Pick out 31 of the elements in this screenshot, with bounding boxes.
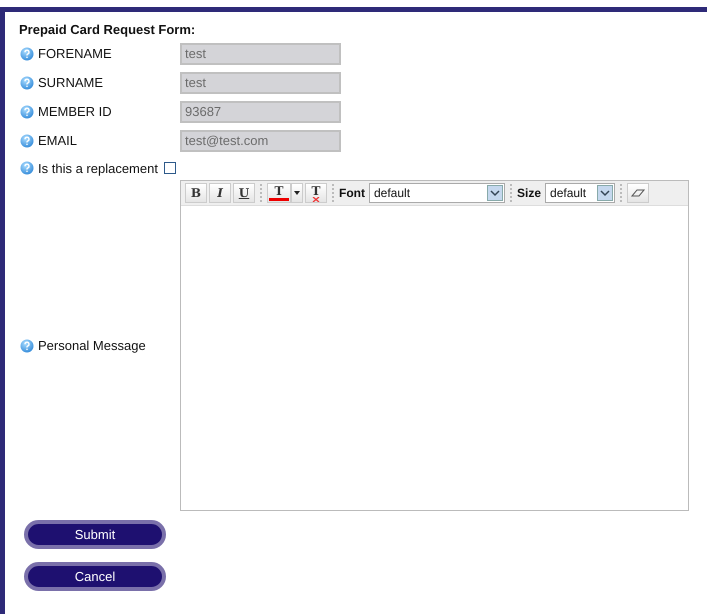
help-icon xyxy=(20,134,34,148)
help-icon xyxy=(20,161,34,176)
eraser-button[interactable] xyxy=(627,183,650,203)
dropdown[interactable]: default xyxy=(369,183,505,203)
dropdown[interactable]: default xyxy=(545,183,616,203)
select-label: Size xyxy=(517,185,542,202)
underline-button[interactable]: U xyxy=(233,183,255,203)
cross-icon xyxy=(312,196,320,202)
field-label: EMAIL xyxy=(38,132,78,150)
help-icon xyxy=(20,46,34,60)
italic-button[interactable]: I xyxy=(209,183,231,203)
select-label: Font xyxy=(339,185,365,202)
checkbox[interactable] xyxy=(164,162,176,174)
rich-text-editor[interactable]: B I U T T Font default Size default xyxy=(180,180,689,511)
help-icon xyxy=(20,338,34,352)
form-button[interactable]: Submit xyxy=(24,520,166,549)
field-label: SURNAME xyxy=(38,74,104,92)
help-icon xyxy=(20,76,34,90)
remove-format-button[interactable]: T xyxy=(305,183,327,203)
field-label: MEMBER ID xyxy=(38,102,112,121)
text-color-button[interactable]: T xyxy=(267,183,291,203)
caret-button[interactable] xyxy=(291,183,303,203)
form-button[interactable]: Cancel xyxy=(24,562,166,591)
field-label: FORENAME xyxy=(38,44,112,63)
field-label: Personal Message xyxy=(38,336,146,355)
caret-icon xyxy=(294,191,300,195)
bold-button[interactable]: B xyxy=(185,183,207,203)
eraser-icon xyxy=(631,188,646,198)
help-icon xyxy=(20,104,34,118)
field-label: Is this a replacement xyxy=(38,160,158,178)
form-title: Prepaid Card Request Form: xyxy=(19,21,196,39)
